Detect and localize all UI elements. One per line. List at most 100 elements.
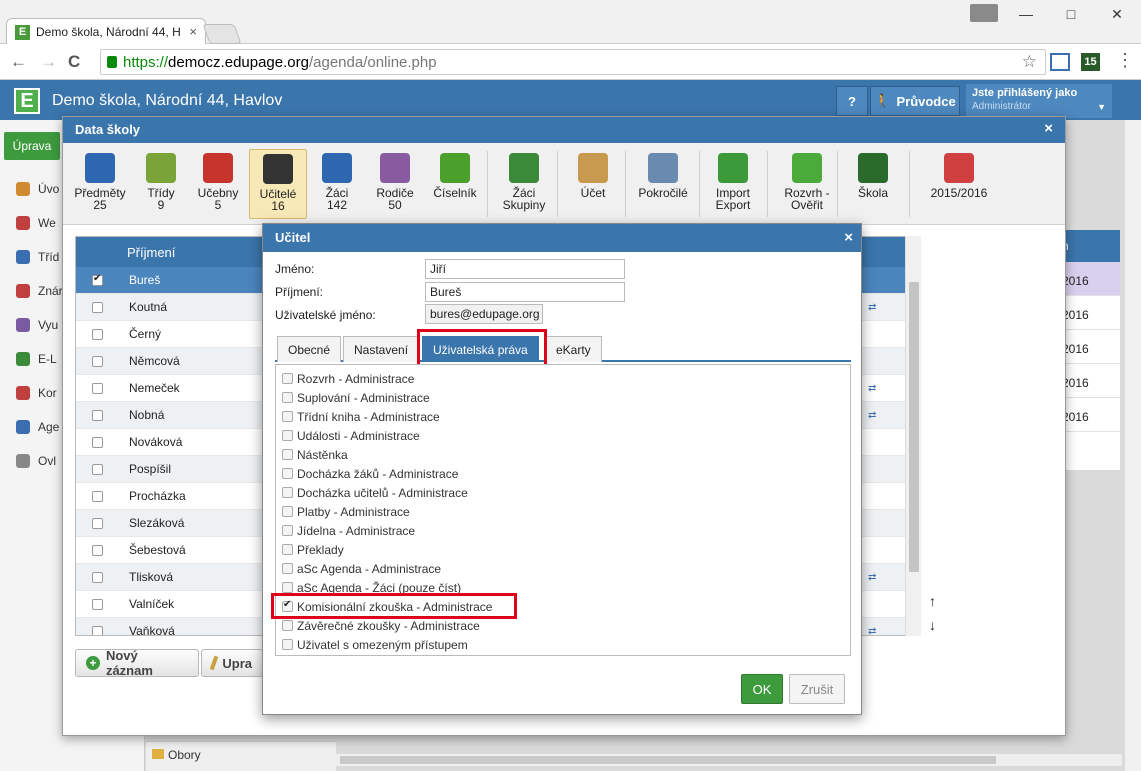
toolbar-item[interactable]: Pokročilé	[633, 149, 693, 219]
toolbar-item[interactable]: Škola	[847, 149, 899, 219]
row-checkbox[interactable]	[92, 463, 103, 475]
toolbar-item[interactable]: Účet	[567, 149, 619, 219]
toolbar-item[interactable]: Import Export	[703, 149, 763, 219]
right-item[interactable]: Události - Administrace	[282, 426, 420, 445]
window-close-button[interactable]: ✕	[1102, 6, 1132, 23]
right-checkbox[interactable]	[282, 392, 293, 403]
uprava-button[interactable]: Úprava	[4, 132, 60, 160]
toolbar-item[interactable]: Číselník	[427, 149, 483, 219]
row-checkbox[interactable]	[92, 382, 103, 394]
cast-icon[interactable]	[1050, 53, 1070, 71]
toolbar-item[interactable]: Předměty 25	[69, 149, 131, 219]
tab-ekarty[interactable]: eKarty	[545, 336, 602, 362]
browser-tab[interactable]: E Demo škola, Národní 44, H ×	[6, 18, 206, 45]
toolbar-item[interactable]: Rodiče 50	[367, 149, 423, 219]
toolbar-item[interactable]: Učebny 5	[191, 149, 245, 219]
sidebar-item[interactable]: Vyu	[16, 318, 58, 332]
right-checkbox[interactable]	[282, 582, 293, 593]
right-item[interactable]: aSc Agenda - Administrace	[282, 559, 441, 578]
row-checkbox[interactable]	[92, 301, 103, 313]
right-item[interactable]: Rozvrh - Administrace	[282, 369, 414, 388]
right-item[interactable]: Jídelna - Administrace	[282, 521, 415, 540]
right-item[interactable]: Třídní kniha - Administrace	[282, 407, 440, 426]
sidebar-item[interactable]: Age	[16, 420, 59, 434]
new-tab-button[interactable]	[202, 24, 242, 44]
right-checkbox[interactable]	[282, 430, 293, 441]
row-checkbox[interactable]	[92, 490, 103, 502]
row-checkbox[interactable]	[92, 544, 103, 556]
sidebar-item[interactable]: Znár	[16, 284, 63, 298]
right-checkbox[interactable]	[282, 373, 293, 384]
obory-item[interactable]: Obory	[146, 741, 336, 771]
right-checkbox[interactable]	[282, 620, 293, 631]
tab-nastaveni[interactable]: Nastavení	[343, 336, 420, 362]
right-item[interactable]: Docházka učitelů - Administrace	[282, 483, 468, 502]
url-field[interactable]: https://democz.edupage.org/agenda/online…	[100, 49, 1046, 75]
move-down-icon[interactable]: ↓	[929, 617, 936, 633]
right-item[interactable]: Docházka žáků - Administrace	[282, 464, 458, 483]
tab-obecne[interactable]: Obecné	[277, 336, 342, 362]
sidebar-item[interactable]: Tříd	[16, 250, 59, 264]
sidebar-item[interactable]: We	[16, 216, 56, 230]
right-item[interactable]: Suplování - Administrace	[282, 388, 430, 407]
minimize-button[interactable]: —	[1011, 6, 1041, 22]
sidebar-item[interactable]: Úvo	[16, 182, 59, 196]
right-checkbox[interactable]	[282, 544, 293, 555]
right-checkbox[interactable]	[282, 639, 293, 650]
extension-badge-icon[interactable]: 15	[1081, 53, 1100, 71]
back-button[interactable]: ←	[10, 52, 27, 72]
right-checkbox[interactable]	[282, 525, 293, 536]
row-checkbox[interactable]	[92, 328, 103, 340]
right-item[interactable]: Překlady	[282, 540, 344, 559]
sidebar-item[interactable]: Kor	[16, 386, 57, 400]
right-label: Jídelna - Administrace	[297, 523, 416, 538]
tab-close-icon[interactable]: ×	[189, 24, 197, 39]
right-checkbox[interactable]	[282, 411, 293, 422]
toolbar-item[interactable]: Učitelé 16	[249, 149, 307, 219]
right-checkbox[interactable]	[282, 487, 293, 498]
right-checkbox[interactable]	[282, 468, 293, 479]
horizontal-scrollbar[interactable]	[336, 754, 1122, 766]
sidebar-item[interactable]: E-L	[16, 352, 57, 366]
row-checkbox[interactable]	[92, 571, 103, 583]
right-item[interactable]: Platby - Administrace	[282, 502, 410, 521]
last-name-field[interactable]: Bureš	[425, 282, 625, 302]
maximize-button[interactable]: □	[1056, 6, 1086, 22]
bookmark-star-icon[interactable]: ☆	[1022, 52, 1037, 72]
ucitel-close-icon[interactable]: ×	[844, 229, 853, 246]
toolbar-item[interactable]: 2015/2016	[919, 149, 999, 219]
page-scrollbar[interactable]	[1124, 120, 1141, 771]
ucitel-cancel-button[interactable]: Zrušit	[789, 674, 845, 704]
user-menu[interactable]: Jste přihlášený jako Administrátor ▼	[966, 84, 1112, 118]
forward-button[interactable]: →	[40, 52, 57, 72]
browser-menu-icon[interactable]: ⋮	[1116, 50, 1134, 71]
row-checkbox[interactable]	[92, 436, 103, 448]
right-item[interactable]: Uživatel s omezeným přístupem	[282, 635, 468, 654]
toolbar-item[interactable]: Žáci 142	[315, 149, 359, 219]
sidebar-item[interactable]: Ovl	[16, 454, 56, 468]
right-checkbox[interactable]	[282, 449, 293, 460]
first-name-field[interactable]: Jiří	[425, 259, 625, 279]
profile-icon[interactable]	[970, 4, 998, 22]
help-button[interactable]: ?	[836, 86, 868, 116]
right-checkbox[interactable]	[282, 506, 293, 517]
grid-scrollbar[interactable]	[905, 236, 921, 636]
row-checkbox[interactable]	[92, 625, 103, 635]
move-up-icon[interactable]: ↑	[929, 593, 936, 609]
guide-button[interactable]: 🚶 Průvodce	[870, 86, 960, 116]
right-item[interactable]: Nástěnka	[282, 445, 348, 464]
ucitel-ok-button[interactable]: OK	[741, 674, 783, 704]
toolbar-item[interactable]: Žáci Skupiny	[493, 149, 555, 219]
row-checkbox[interactable]	[92, 517, 103, 529]
row-checkbox[interactable]	[92, 409, 103, 421]
edit-button[interactable]: Upra	[201, 649, 263, 677]
toolbar-item[interactable]: Třídy 9	[135, 149, 187, 219]
row-checkbox[interactable]	[92, 355, 103, 367]
row-checkbox[interactable]	[92, 273, 103, 286]
toolbar-item[interactable]: Rozvrh - Ověřit	[775, 149, 839, 219]
row-checkbox[interactable]	[92, 598, 103, 610]
dialog-close-icon[interactable]: ×	[1044, 120, 1053, 137]
new-record-button[interactable]: + Nový záznam	[75, 648, 199, 678]
right-checkbox[interactable]	[282, 563, 293, 574]
reload-button[interactable]: C	[68, 52, 80, 72]
